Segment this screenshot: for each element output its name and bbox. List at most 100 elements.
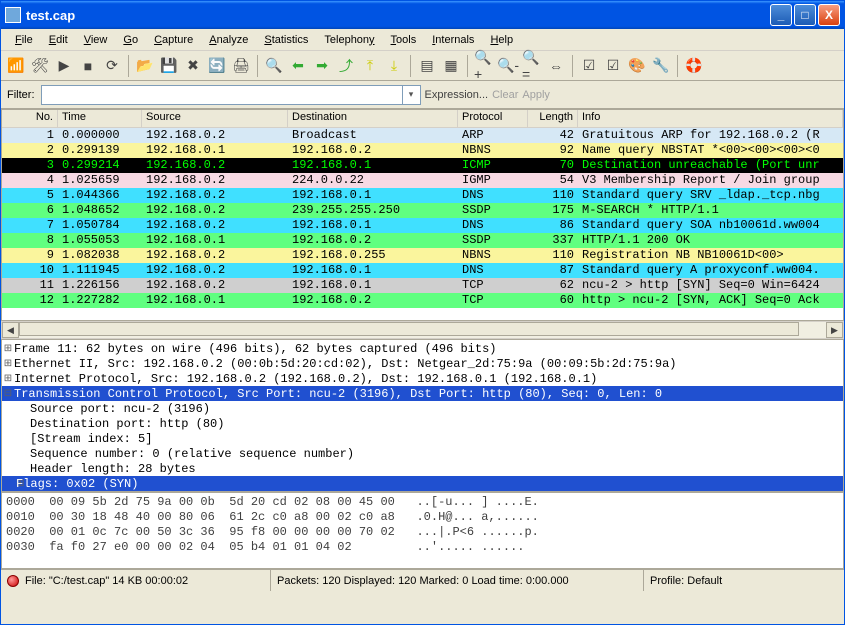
packet-row[interactable]: 81.055053192.168.0.1192.168.0.2SSDP337HT… (2, 233, 843, 248)
status-file: File: "C:/test.cap" 14 KB 00:00:02 (25, 575, 188, 587)
status-bar: File: "C:/test.cap" 14 KB 00:00:02 Packe… (1, 569, 844, 591)
resize-columns-icon[interactable]: ⇔ (545, 55, 567, 77)
open-icon[interactable]: 📂 (134, 55, 156, 77)
zoom-out-icon[interactable]: 🔍- (497, 55, 519, 77)
detail-frame[interactable]: Frame 11: 62 bytes on wire (496 bits), 6… (14, 342, 496, 356)
detail-ip[interactable]: Internet Protocol, Src: 192.168.0.2 (192… (14, 372, 597, 386)
packet-row[interactable]: 111.226156192.168.0.2192.168.0.1TCP62ncu… (2, 278, 843, 293)
window-title: test.cap (26, 8, 770, 23)
detail-dst-port[interactable]: Destination port: http (80) (2, 417, 224, 431)
go-first-icon[interactable]: ⤒ (359, 55, 381, 77)
app-window: test.cap _ □ X File Edit View Go Capture… (0, 0, 845, 625)
menu-view[interactable]: View (76, 32, 116, 48)
zoom-reset-icon[interactable]: 🔍= (521, 55, 543, 77)
clear-button[interactable]: Clear (492, 89, 518, 101)
menu-edit[interactable]: Edit (41, 32, 76, 48)
packet-list-header: No. Time Source Destination Protocol Len… (2, 110, 843, 128)
maximize-button[interactable]: □ (794, 4, 816, 26)
detail-tcp[interactable]: Transmission Control Protocol, Src Port:… (14, 387, 662, 401)
packet-row[interactable]: 71.050784192.168.0.2192.168.0.1DNS86Stan… (2, 218, 843, 233)
close-button[interactable]: X (818, 4, 840, 26)
prefs-icon[interactable]: 🔧 (650, 55, 672, 77)
expand-icon[interactable]: ⊞ (2, 343, 14, 354)
close-file-icon[interactable]: ✖ (182, 55, 204, 77)
filter-input[interactable]: ▾ (41, 85, 421, 105)
colorize-icon[interactable]: ▤ (416, 55, 438, 77)
packet-row[interactable]: 41.025659192.168.0.2224.0.0.22IGMP54V3 M… (2, 173, 843, 188)
collapse-icon[interactable]: ⊟ (2, 388, 14, 399)
help-icon[interactable]: 🛟 (683, 55, 705, 77)
detail-flags[interactable]: Flags: 0x02 (SYN) (16, 477, 138, 491)
coloring-rules-icon[interactable]: 🎨 (626, 55, 648, 77)
packet-row[interactable]: 20.299139192.168.0.1192.168.0.2NBNS92Nam… (2, 143, 843, 158)
col-no[interactable]: No. (2, 110, 58, 127)
menu-internals[interactable]: Internals (424, 32, 482, 48)
expert-led-icon[interactable] (7, 575, 19, 587)
go-to-icon[interactable]: ⤴ (335, 55, 357, 77)
menu-file[interactable]: File (7, 32, 41, 48)
expand-icon[interactable]: ⊞ (2, 373, 14, 384)
hex-pane[interactable]: 0000 00 09 5b 2d 75 9a 00 0b 5d 20 cd 02… (1, 492, 844, 569)
packet-row[interactable]: 61.048652192.168.0.2239.255.255.250SSDP1… (2, 203, 843, 218)
scroll-right-icon[interactable]: ▶ (826, 322, 843, 338)
save-icon[interactable]: 💾 (158, 55, 180, 77)
menubar: File Edit View Go Capture Analyze Statis… (1, 29, 844, 51)
packet-row[interactable]: 51.044366192.168.0.2192.168.0.1DNS110Sta… (2, 188, 843, 203)
print-icon[interactable]: 🖨 (230, 55, 252, 77)
titlebar: test.cap _ □ X (1, 1, 844, 29)
horizontal-scrollbar[interactable]: ◀ ▶ (1, 321, 844, 339)
zoom-in-icon[interactable]: 🔍+ (473, 55, 495, 77)
col-time[interactable]: Time (58, 110, 142, 127)
menu-capture[interactable]: Capture (146, 32, 201, 48)
detail-stream[interactable]: [Stream index: 5] (2, 432, 152, 446)
packet-row[interactable]: 10.000000192.168.0.2BroadcastARP42Gratui… (2, 128, 843, 143)
col-info[interactable]: Info (578, 110, 843, 127)
find-icon[interactable]: 🔍 (263, 55, 285, 77)
packet-row[interactable]: 91.082038192.168.0.2192.168.0.255NBNS110… (2, 248, 843, 263)
capture-filters-icon[interactable]: ☑ (578, 55, 600, 77)
scroll-thumb[interactable] (19, 322, 799, 336)
expand-icon[interactable]: ⊞ (2, 358, 14, 369)
col-length[interactable]: Length (528, 110, 578, 127)
detail-src-port[interactable]: Source port: ncu-2 (3196) (2, 402, 210, 416)
app-icon (5, 7, 21, 23)
go-back-icon[interactable]: ⬅ (287, 55, 309, 77)
scroll-left-icon[interactable]: ◀ (2, 322, 19, 338)
expression-button[interactable]: Expression... (425, 89, 489, 101)
col-source[interactable]: Source (142, 110, 288, 127)
filter-label: Filter: (7, 89, 35, 101)
status-profile[interactable]: Profile: Default (650, 575, 722, 587)
menu-tools[interactable]: Tools (383, 32, 425, 48)
go-last-icon[interactable]: ⤓ (383, 55, 405, 77)
detail-seq[interactable]: Sequence number: 0 (relative sequence nu… (2, 447, 354, 461)
menu-go[interactable]: Go (115, 32, 146, 48)
packet-list[interactable]: No. Time Source Destination Protocol Len… (1, 109, 844, 321)
packet-row[interactable]: 121.227282192.168.0.1192.168.0.2TCP60htt… (2, 293, 843, 308)
stop-capture-icon[interactable]: ■ (77, 55, 99, 77)
status-packets: Packets: 120 Displayed: 120 Marked: 0 Lo… (277, 575, 569, 587)
toolbar: 📶 🛠 ▶ ■ ⟳ 📂 💾 ✖ 🔄 🖨 🔍 ⬅ ➡ ⤴ ⤒ ⤓ ▤ ▦ 🔍+ 🔍… (1, 51, 844, 81)
restart-capture-icon[interactable]: ⟳ (101, 55, 123, 77)
start-capture-icon[interactable]: ▶ (53, 55, 75, 77)
expand-icon[interactable]: ⊞ (2, 478, 16, 489)
minimize-button[interactable]: _ (770, 4, 792, 26)
display-filters-icon[interactable]: ☑ (602, 55, 624, 77)
packet-row[interactable]: 30.299214192.168.0.2192.168.0.1ICMP70Des… (2, 158, 843, 173)
packet-row[interactable]: 101.111945192.168.0.2192.168.0.1DNS87Sta… (2, 263, 843, 278)
detail-hdrlen[interactable]: Header length: 28 bytes (2, 462, 196, 476)
col-destination[interactable]: Destination (288, 110, 458, 127)
filter-dropdown-icon[interactable]: ▾ (402, 86, 420, 104)
auto-scroll-icon[interactable]: ▦ (440, 55, 462, 77)
packet-details[interactable]: ⊞Frame 11: 62 bytes on wire (496 bits), … (1, 339, 844, 492)
detail-ethernet[interactable]: Ethernet II, Src: 192.168.0.2 (00:0b:5d:… (14, 357, 677, 371)
menu-analyze[interactable]: Analyze (201, 32, 256, 48)
apply-button[interactable]: Apply (522, 89, 550, 101)
menu-help[interactable]: Help (482, 32, 521, 48)
go-forward-icon[interactable]: ➡ (311, 55, 333, 77)
interfaces-icon[interactable]: 📶 (5, 55, 27, 77)
options-icon[interactable]: 🛠 (29, 55, 51, 77)
reload-icon[interactable]: 🔄 (206, 55, 228, 77)
menu-telephony[interactable]: Telephony (316, 32, 382, 48)
menu-statistics[interactable]: Statistics (256, 32, 316, 48)
col-protocol[interactable]: Protocol (458, 110, 528, 127)
